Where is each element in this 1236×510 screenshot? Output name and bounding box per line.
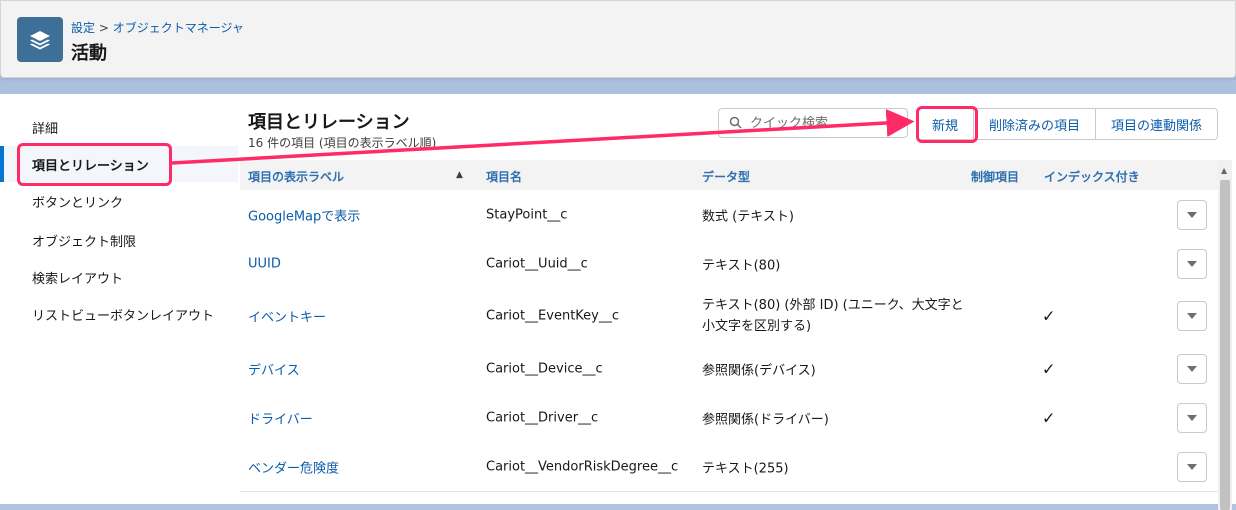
scroll-up-arrow-icon[interactable]: ▲ (1221, 166, 1227, 175)
table-row: ベンダー危険度 Cariot__VendorRiskDegree__c テキスト… (240, 442, 1218, 492)
row-actions-dropdown[interactable] (1177, 301, 1207, 331)
breadcrumb-object-manager-link[interactable]: オブジェクトマネージャ (113, 21, 244, 35)
layers-icon (17, 17, 63, 62)
field-api-name: StayPoint__c (486, 207, 568, 222)
indexed-check-icon: ✓ (1042, 306, 1056, 326)
highlight-box-new-button (916, 106, 978, 143)
chevron-down-icon (1187, 365, 1197, 372)
field-api-name: Cariot__VendorRiskDegree__c (486, 459, 679, 474)
field-api-name: Cariot__Driver__c (486, 410, 599, 425)
table-row: デバイス Cariot__Device__c 参照関係(デバイス) ✓ (240, 344, 1218, 394)
page-title: 活動 (71, 43, 107, 64)
row-actions-dropdown[interactable] (1177, 199, 1207, 230)
column-header-label[interactable]: 項目の表示ラベル (248, 168, 344, 185)
chevron-down-icon (1187, 260, 1197, 267)
table-row: GoogleMapで表示 StayPoint__c 数式 (テキスト) (240, 190, 1218, 240)
scrollbar-thumb[interactable] (1220, 180, 1230, 510)
breadcrumb-separator: > (95, 21, 113, 35)
field-label-link[interactable]: GoogleMapで表示 (248, 205, 360, 224)
search-icon (729, 114, 742, 133)
table-row: UUID Cariot__Uuid__c テキスト(80) (240, 239, 1218, 289)
sort-ascending-icon[interactable]: ▲ (456, 170, 463, 180)
field-api-name: Cariot__Uuid__c (486, 256, 588, 271)
highlight-box-sidebar (17, 143, 172, 186)
sidebar-item-buttons-links[interactable]: ボタンとリンク (0, 183, 238, 219)
chevron-down-icon (1187, 313, 1197, 319)
table-header: 項目の表示ラベル ▲ 項目名 データ型 制御項目 インデックス付き (240, 160, 1218, 191)
row-actions-dropdown[interactable] (1177, 353, 1207, 384)
field-data-type: 数式 (テキスト) (702, 209, 794, 224)
sidebar-item-search-layouts[interactable]: 検索レイアウト (0, 259, 238, 295)
sidebar-item-details[interactable]: 詳細 (0, 109, 238, 145)
field-api-name: Cariot__EventKey__c (486, 308, 620, 324)
column-header-api-name[interactable]: 項目名 (486, 168, 522, 185)
deleted-fields-button[interactable]: 削除済みの項目 (973, 109, 1096, 139)
breadcrumb: 設定 > オブジェクトマネージャ (71, 19, 244, 36)
row-actions-dropdown[interactable] (1177, 402, 1207, 433)
quick-search[interactable] (718, 108, 908, 138)
field-data-type: 参照関係(デバイス) (702, 363, 816, 378)
indexed-check-icon: ✓ (1042, 408, 1056, 427)
sidebar-item-list-view-button-layout[interactable]: リストビューボタンレイアウト (0, 296, 238, 332)
section-title: 項目とリレーション (248, 112, 410, 133)
table-row: ドライバー Cariot__Driver__c 参照関係(ドライバー) ✓ (240, 393, 1218, 443)
field-data-type: テキスト(255) (702, 461, 789, 476)
column-header-controlling-field[interactable]: 制御項目 (971, 168, 1019, 185)
field-data-type: テキスト(80) (外部 ID) (ユニーク、大文字と小文字を区別する) (702, 298, 964, 334)
field-data-type: 参照関係(ドライバー) (702, 412, 829, 427)
object-header: 設定 > オブジェクトマネージャ 活動 (0, 0, 1236, 78)
field-dependencies-button[interactable]: 項目の連動関係 (1095, 109, 1218, 139)
field-data-type: テキスト(80) (702, 258, 781, 273)
field-label-link[interactable]: イベントキー (248, 307, 326, 326)
table-scrollbar[interactable]: ▲ (1218, 160, 1232, 510)
field-label-link[interactable]: ベンダー危険度 (248, 457, 339, 476)
sidebar-item-object-limits[interactable]: オブジェクト制限 (0, 222, 238, 258)
section-subtitle: 16 件の項目 (項目の表示ラベル順) (248, 136, 437, 150)
table-row: イベントキー Cariot__EventKey__c テキスト(80) (外部 … (240, 288, 1218, 345)
main-panel: 項目とリレーション 16 件の項目 (項目の表示ラベル順) 新規 削除済みの項目… (240, 94, 1236, 510)
indexed-check-icon: ✓ (1042, 359, 1056, 378)
row-actions-dropdown[interactable] (1177, 248, 1207, 279)
field-label-link[interactable]: ドライバー (248, 408, 313, 427)
quick-search-input[interactable] (748, 114, 892, 132)
breadcrumb-setup-link[interactable]: 設定 (71, 21, 95, 35)
chevron-down-icon (1187, 463, 1197, 470)
row-actions-dropdown[interactable] (1177, 451, 1207, 482)
field-label-link[interactable]: デバイス (248, 359, 300, 378)
chevron-down-icon (1187, 211, 1197, 218)
chevron-down-icon (1187, 414, 1197, 421)
field-api-name: Cariot__Device__c (486, 361, 603, 376)
column-header-data-type[interactable]: データ型 (702, 168, 750, 185)
column-header-indexed[interactable]: インデックス付き (1044, 168, 1140, 185)
field-label-link[interactable]: UUID (248, 256, 281, 271)
